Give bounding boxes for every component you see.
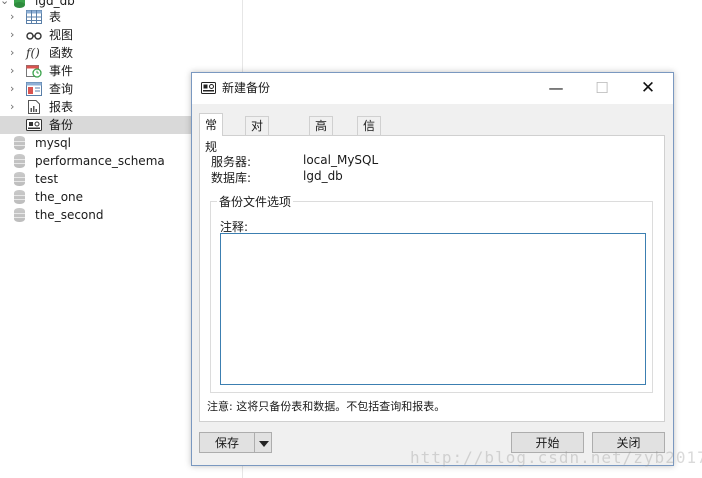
database-open-icon [14,0,30,8]
chevron-right-icon[interactable]: › [10,8,20,26]
close-icon[interactable]: ✕ [625,73,671,104]
dialog-title: 新建备份 [222,81,271,95]
table-icon [26,10,42,24]
save-dropdown-arrow[interactable] [254,432,272,453]
report-icon [26,100,42,114]
dialog-titlebar[interactable]: 新建备份 — ☐ ✕ [192,73,673,104]
tree-item-label: test [35,172,59,186]
query-icon [26,82,42,96]
tree-item-label: 表 [49,10,62,24]
save-button[interactable]: 保存 [199,432,255,453]
function-icon: f() [26,46,40,60]
minimize-icon[interactable]: — [533,73,579,104]
database-icon [14,190,30,204]
backup-note: 注意: 这将只备份表和数据。不包括查询和报表。 [207,400,446,413]
database-label: 数据库: [211,171,252,185]
chevron-right-icon[interactable]: › [10,26,20,44]
database-icon [14,136,30,150]
new-backup-dialog: 新建备份 — ☐ ✕ 常规 对象选择 高级 信息日志 服务器: local_My… [191,72,674,466]
tree-item-functions[interactable]: › f() 函数 [0,44,242,62]
watermark: http://blog.csdn.net/zyb2017 [410,448,702,467]
backup-file-options-group: 备份文件选项 注释: [210,193,653,393]
tree-item-label: 查询 [49,82,74,96]
chevron-right-icon[interactable]: › [10,62,20,80]
backup-icon [201,82,216,94]
tree-item-label: 备份 [49,118,74,132]
tree-item-label: the_one [35,190,84,204]
tree-item-label: 视图 [49,28,74,42]
event-icon [26,64,42,78]
tree-item-label: mysql [35,136,71,150]
chevron-right-icon[interactable]: › [10,98,20,116]
tree-item-label: 报表 [49,100,74,114]
group-title: 备份文件选项 [217,193,294,210]
tab-object-selection[interactable]: 对象选择 [245,116,270,190]
general-panel: 服务器: local_MySQL 数据库: lgd_db 备份文件选项 注释: … [199,135,665,422]
database-icon [14,154,30,168]
chevron-right-icon[interactable]: › [10,80,20,98]
tree-item-label: performance_schema [35,154,165,168]
tree-item-tables[interactable]: › 表 [0,8,242,26]
comment-textarea[interactable] [220,233,646,385]
tree-item-label: 事件 [49,64,74,78]
maximize-icon[interactable]: ☐ [579,73,625,104]
tab-advanced[interactable]: 高级 [309,116,334,152]
tab-message-log[interactable]: 信息日志 [357,116,382,190]
backup-icon [26,118,42,132]
database-icon [14,208,30,222]
chevron-right-icon[interactable]: › [10,44,20,62]
server-value: local_MySQL [303,153,379,167]
view-icon [26,28,42,42]
tree-item-label: the_second [35,208,104,222]
tree-item-label: 函数 [49,46,74,60]
database-icon [14,172,30,186]
tree-item-views[interactable]: › 视图 [0,26,242,44]
tab-general[interactable]: 常规 [199,113,224,154]
database-value: lgd_db [303,169,343,183]
